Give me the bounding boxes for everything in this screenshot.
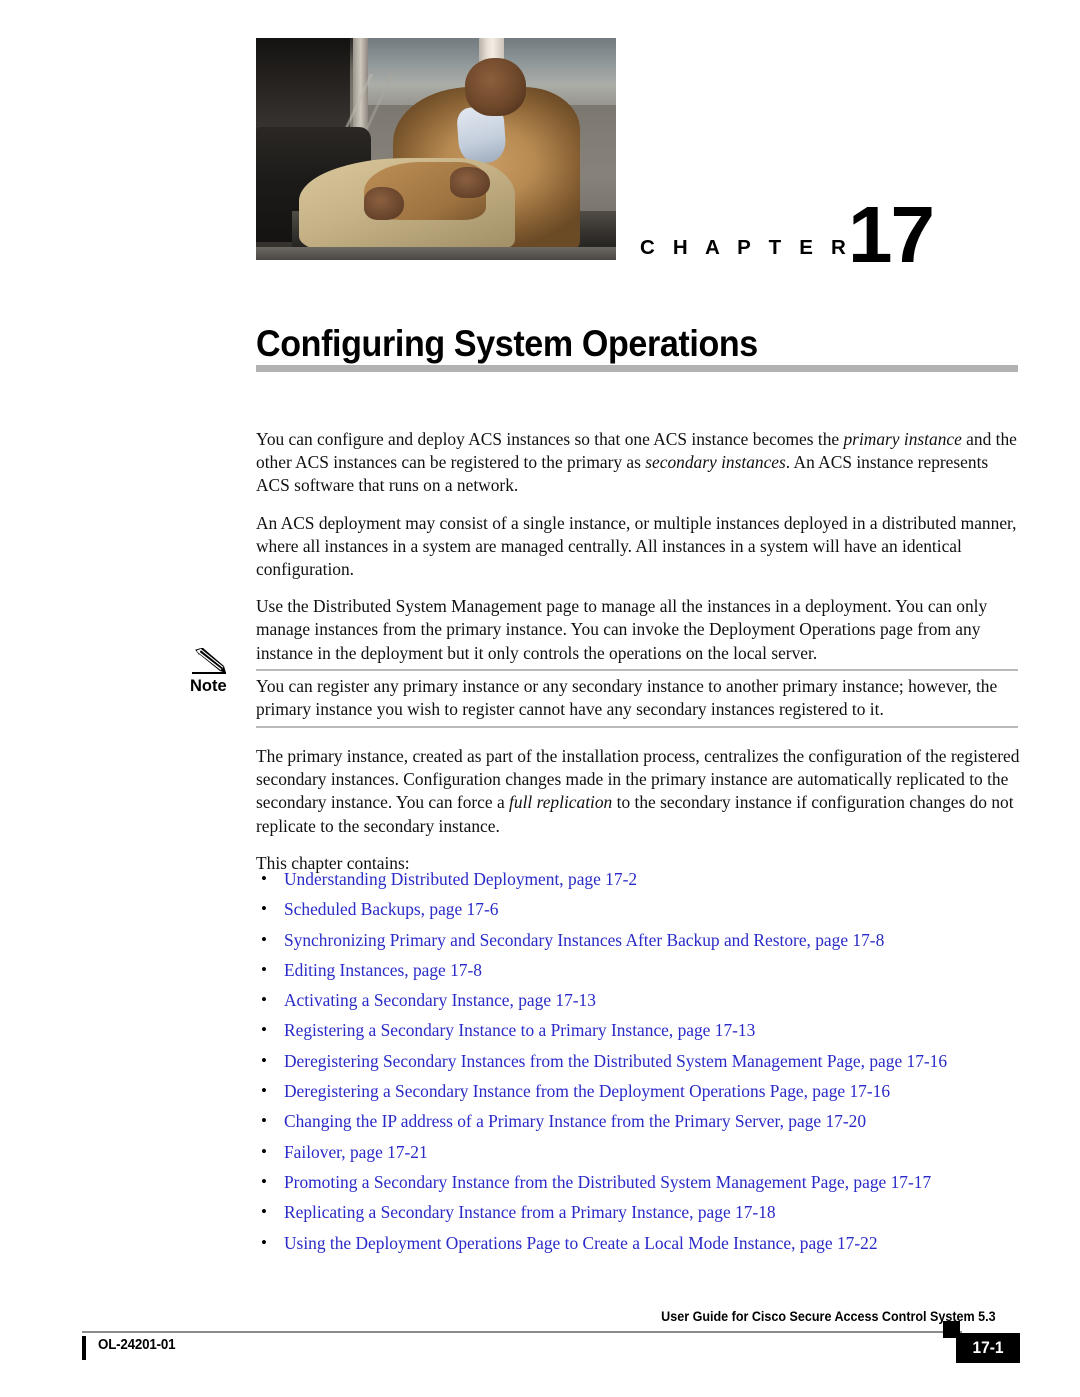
bullet-icon: •: [261, 1111, 267, 1131]
chapter-number: 17: [848, 190, 935, 279]
bullet-icon: •: [261, 929, 267, 949]
toc-link[interactable]: Replicating a Secondary Instance from a …: [284, 1202, 776, 1222]
toc-link[interactable]: Using the Deployment Operations Page to …: [284, 1233, 878, 1253]
chapter-opener: C H A P T E R 17: [0, 0, 1080, 275]
note-icon-underline: [192, 672, 226, 674]
paragraph-2: An ACS deployment may consist of a singl…: [256, 512, 1017, 580]
bullet-icon: •: [261, 1232, 267, 1252]
note-label: Note: [190, 677, 227, 695]
list-item[interactable]: • Understanding Distributed Deployment, p…: [256, 868, 1046, 890]
list-item[interactable]: • Scheduled Backups, page 17-6: [256, 898, 1046, 920]
bullet-icon: •: [261, 1202, 267, 1222]
note-divider-bottom: [256, 726, 1018, 728]
list-item[interactable]: • Synchronizing Primary and Secondary Ins…: [256, 929, 1046, 951]
page-title: Configuring System Operations: [256, 322, 758, 364]
toc-link[interactable]: Failover, page 17-21: [284, 1142, 428, 1162]
bullet-icon: •: [261, 899, 267, 919]
bullet-icon: •: [261, 1020, 267, 1040]
chapter-label-group: C H A P T E R 17: [640, 195, 1020, 275]
footer-page-number: 17-1: [972, 1339, 1004, 1357]
pencil-icon: [194, 647, 228, 674]
bullet-icon: •: [261, 1171, 267, 1191]
list-item[interactable]: • Changing the IP address of a Primary In…: [256, 1110, 1046, 1132]
bullet-icon: •: [261, 1050, 267, 1070]
footer-left-tick: [82, 1336, 86, 1360]
intro-section: You can configure and deploy ACS instanc…: [256, 428, 1018, 679]
photo-floor: [256, 246, 616, 260]
title-divider: [256, 365, 1018, 372]
chapter-opener-photo: [256, 38, 616, 260]
toc-link[interactable]: Promoting a Secondary Instance from the …: [284, 1172, 931, 1192]
list-item[interactable]: • Promoting a Secondary Instance from the…: [256, 1171, 1046, 1193]
photo-person-hand-right: [450, 166, 490, 198]
photo-person-hand-left: [364, 186, 404, 221]
toc-link[interactable]: Registering a Secondary Instance to a Pr…: [284, 1020, 755, 1040]
note-text: You can register any primary instance or…: [256, 676, 998, 720]
toc-link[interactable]: Scheduled Backups, page 17-6: [284, 899, 498, 919]
toc-link[interactable]: Changing the IP address of a Primary Ins…: [284, 1111, 866, 1131]
paragraph-3: Use the Distributed System Management pa…: [256, 596, 988, 663]
paragraph-1-emphasis-secondary-instances: secondary instances: [645, 452, 786, 473]
paragraph-1: You can configure and deploy ACS instanc…: [256, 428, 1018, 498]
toc-link[interactable]: Deregistering a Secondary Instance from …: [284, 1081, 890, 1101]
bullet-icon: •: [261, 869, 267, 888]
footer-document-id: OL-24201-01: [98, 1337, 176, 1353]
chapter-contents-list: • Understanding Distributed Deployment, p…: [256, 868, 1046, 1262]
list-item[interactable]: • Editing Instances, page 17-8: [256, 959, 1046, 981]
footer-divider: [82, 1331, 962, 1333]
list-item[interactable]: • Deregistering Secondary Instances from …: [256, 1050, 1046, 1072]
bullet-icon: •: [261, 959, 267, 979]
bullet-icon: •: [261, 1141, 267, 1161]
paragraph-4-emphasis-full-replication: full replication: [509, 792, 613, 813]
chapter-word-label: C H A P T E R: [640, 236, 852, 259]
list-item[interactable]: • Registering a Secondary Instance to a P…: [256, 1019, 1046, 1041]
toc-link[interactable]: Understanding Distributed Deployment, pa…: [284, 869, 637, 889]
bullet-icon: •: [261, 1081, 267, 1101]
toc-link[interactable]: Editing Instances, page 17-8: [284, 960, 482, 980]
toc-link[interactable]: Activating a Secondary Instance, page 17…: [284, 990, 596, 1010]
photo-person-head: [464, 57, 526, 116]
page-footer: User Guide for Cisco Secure Access Contr…: [0, 1300, 1080, 1370]
list-item[interactable]: • Replicating a Secondary Instance from a…: [256, 1201, 1046, 1223]
toc-link[interactable]: Synchronizing Primary and Secondary Inst…: [284, 930, 884, 950]
paragraph-1-part-a: You can configure and deploy ACS instanc…: [256, 429, 844, 449]
footer-page-number-box: 17-1: [956, 1333, 1020, 1363]
list-item[interactable]: • Activating a Secondary Instance, page 1…: [256, 989, 1046, 1011]
paragraph-4: The primary instance, created as part of…: [256, 745, 1024, 838]
list-item[interactable]: • Deregistering a Secondary Instance from…: [256, 1080, 1046, 1102]
paragraph-1-emphasis-primary-instance: primary instance: [843, 429, 962, 449]
note-divider-top: [256, 669, 1018, 671]
list-item[interactable]: • Failover, page 17-21: [256, 1141, 1046, 1163]
bullet-icon: •: [261, 990, 267, 1010]
list-item[interactable]: • Using the Deployment Operations Page to…: [256, 1232, 1046, 1254]
toc-link[interactable]: Deregistering Secondary Instances from t…: [284, 1051, 947, 1071]
